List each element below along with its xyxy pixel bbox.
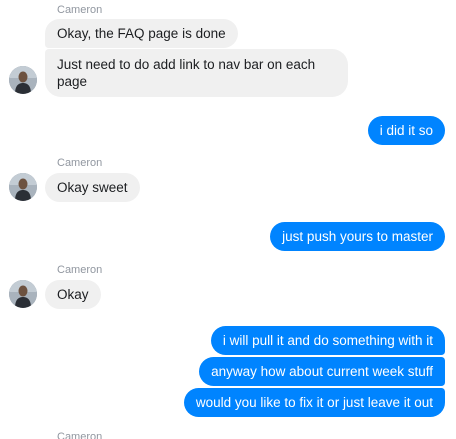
- avatar[interactable]: [9, 173, 37, 201]
- message-outgoing[interactable]: would you like to fix it or just leave i…: [183, 388, 445, 417]
- cameron-avatar-icon: [9, 173, 37, 201]
- cameron-avatar-icon: [9, 66, 37, 94]
- message-incoming[interactable]: Okay sweet: [45, 173, 140, 202]
- message-outgoing[interactable]: just push yours to master: [270, 222, 445, 251]
- cameron-avatar-icon: [9, 280, 37, 308]
- sender-name: Cameron: [57, 264, 103, 276]
- message-incoming[interactable]: Just need to do add link to nav bar on e…: [45, 49, 348, 97]
- sender-name: Cameron: [57, 4, 103, 16]
- avatar[interactable]: [9, 66, 37, 94]
- message-incoming[interactable]: Okay: [45, 280, 101, 309]
- message-outgoing[interactable]: i will pull it and do something with it: [210, 326, 445, 355]
- avatar[interactable]: [9, 280, 37, 308]
- message-outgoing[interactable]: anyway how about current week stuff: [199, 357, 445, 386]
- message-incoming[interactable]: Okay, the FAQ page is done: [45, 19, 238, 48]
- sender-name: Cameron: [57, 431, 103, 439]
- sender-name: Cameron: [57, 157, 103, 169]
- message-thread: Cameron Okay, the FAQ page is done Just …: [0, 0, 456, 439]
- message-outgoing[interactable]: i did it so: [367, 116, 445, 145]
